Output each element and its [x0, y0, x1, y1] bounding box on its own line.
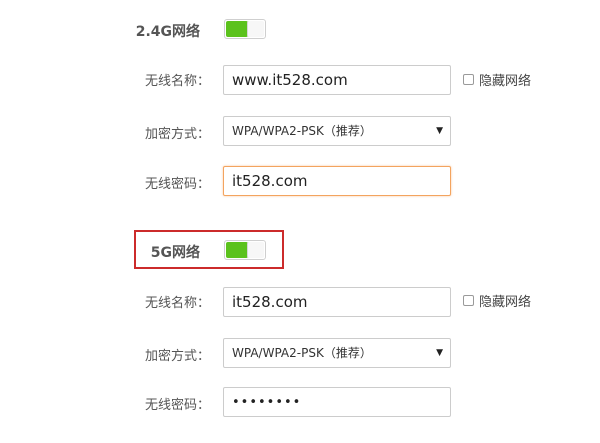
dropdown-arrow-icon: ▼ — [436, 126, 443, 136]
band-24g-security-select[interactable]: WPA/WPA2-PSK（推荐） ▼ — [223, 116, 451, 146]
checkbox-box[interactable] — [463, 73, 474, 85]
toggle-track — [226, 242, 248, 258]
band-5g-password-label: 无线密码： — [144, 398, 210, 413]
band-5g-security-label: 加密方式： — [144, 349, 210, 364]
band-5g-hide-label: 隐藏网络 — [479, 294, 532, 310]
band-24g-title: 2.4G网络 — [135, 24, 200, 40]
band-5g-title: 5G网络 — [150, 245, 200, 261]
band-24g-ssid-label: 无线名称： — [144, 74, 210, 89]
band-5g-hide-checkbox[interactable]: 隐藏网络 — [463, 290, 531, 310]
band-5g-toggle[interactable] — [224, 240, 266, 260]
band-24g-hide-checkbox[interactable]: 隐藏网络 — [463, 69, 531, 89]
band-24g-security-value: WPA/WPA2-PSK（推荐） — [232, 124, 372, 138]
band-5g-security-select[interactable]: WPA/WPA2-PSK（推荐） ▼ — [223, 338, 451, 368]
band-24g-ssid-input[interactable] — [223, 65, 451, 95]
checkbox-box[interactable] — [463, 294, 474, 306]
band-24g-password-input[interactable] — [223, 166, 451, 196]
toggle-track — [226, 21, 248, 37]
band-5g-security-value: WPA/WPA2-PSK（推荐） — [232, 346, 372, 360]
band-24g-security-label: 加密方式： — [144, 127, 210, 142]
band-24g-hide-label: 隐藏网络 — [479, 73, 532, 89]
toggle-knob — [247, 21, 264, 37]
band-5g-ssid-input[interactable] — [223, 287, 451, 317]
band-24g-password-label: 无线密码： — [144, 177, 210, 192]
band-5g-password-input[interactable] — [223, 387, 451, 417]
toggle-knob — [247, 242, 264, 258]
dropdown-arrow-icon: ▼ — [436, 348, 443, 358]
band-24g-toggle[interactable] — [224, 19, 266, 39]
band-5g-ssid-label: 无线名称： — [144, 296, 210, 311]
